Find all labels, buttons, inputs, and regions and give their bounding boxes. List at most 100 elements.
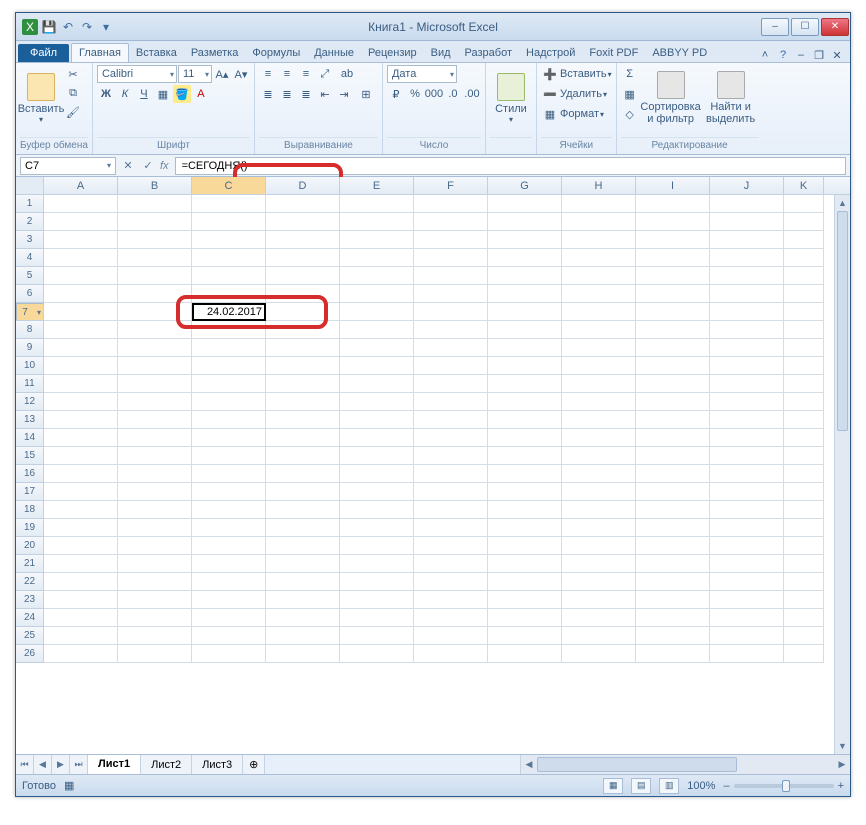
doc-close-button[interactable]: ✕ — [830, 48, 844, 62]
cell-H25[interactable] — [562, 627, 636, 645]
cell-F25[interactable] — [414, 627, 488, 645]
undo-icon[interactable]: ↶ — [60, 19, 76, 35]
sheet-tab-1[interactable]: Лист1 — [88, 755, 141, 775]
row-header-5[interactable]: 5 — [16, 267, 44, 285]
cell-H14[interactable] — [562, 429, 636, 447]
tab-view[interactable]: Вид — [424, 44, 458, 62]
cell-F11[interactable] — [414, 375, 488, 393]
cell-D25[interactable] — [266, 627, 340, 645]
cell-F22[interactable] — [414, 573, 488, 591]
cell-D7[interactable] — [266, 303, 340, 321]
close-button[interactable]: ✕ — [821, 18, 849, 36]
cell-K24[interactable] — [784, 609, 824, 627]
number-format-select[interactable]: Дата — [387, 65, 457, 83]
cell-B4[interactable] — [118, 249, 192, 267]
cell-I12[interactable] — [636, 393, 710, 411]
cut-icon[interactable]: ✂ — [64, 65, 82, 83]
cell-E1[interactable] — [340, 195, 414, 213]
row-header-9[interactable]: 9 — [16, 339, 44, 357]
cell-G1[interactable] — [488, 195, 562, 213]
cell-C13[interactable] — [192, 411, 266, 429]
scroll-left-icon[interactable]: ◀ — [521, 755, 537, 774]
cell-D26[interactable] — [266, 645, 340, 663]
cell-A26[interactable] — [44, 645, 118, 663]
cell-H11[interactable] — [562, 375, 636, 393]
cell-I5[interactable] — [636, 267, 710, 285]
cell-J19[interactable] — [710, 519, 784, 537]
orientation-icon[interactable]: ⤢ — [316, 65, 334, 83]
tab-developer[interactable]: Разработ — [458, 44, 519, 62]
cell-D2[interactable] — [266, 213, 340, 231]
zoom-in-button[interactable]: + — [838, 780, 844, 792]
row-header-22[interactable]: 22 — [16, 573, 44, 591]
row-header-15[interactable]: 15 — [16, 447, 44, 465]
currency-icon[interactable]: ₽ — [387, 85, 405, 103]
cell-I6[interactable] — [636, 285, 710, 303]
tab-foxit[interactable]: Foxit PDF — [582, 44, 645, 62]
cell-J9[interactable] — [710, 339, 784, 357]
cell-I1[interactable] — [636, 195, 710, 213]
macro-record-icon[interactable]: ▦ — [64, 779, 74, 792]
vscroll-thumb[interactable] — [837, 211, 848, 431]
cell-G7[interactable] — [488, 303, 562, 321]
row-header-25[interactable]: 25 — [16, 627, 44, 645]
cell-A3[interactable] — [44, 231, 118, 249]
col-header-G[interactable]: G — [488, 177, 562, 194]
vertical-scrollbar[interactable]: ▲ ▼ — [834, 195, 850, 754]
row-header-24[interactable]: 24 — [16, 609, 44, 627]
col-header-D[interactable]: D — [266, 177, 340, 194]
cell-I9[interactable] — [636, 339, 710, 357]
cell-C4[interactable] — [192, 249, 266, 267]
cell-J11[interactable] — [710, 375, 784, 393]
cell-G15[interactable] — [488, 447, 562, 465]
tab-home[interactable]: Главная — [71, 43, 129, 62]
cell-H3[interactable] — [562, 231, 636, 249]
cell-A21[interactable] — [44, 555, 118, 573]
help-icon[interactable]: ? — [776, 48, 790, 62]
cell-C3[interactable] — [192, 231, 266, 249]
wrap-text-button[interactable]: ab — [335, 65, 359, 83]
sheet-nav-next[interactable]: ▶ — [52, 755, 70, 774]
cell-C22[interactable] — [192, 573, 266, 591]
cell-J4[interactable] — [710, 249, 784, 267]
cell-I13[interactable] — [636, 411, 710, 429]
cell-K7[interactable] — [784, 303, 824, 321]
sheet-nav-last[interactable]: ⏭ — [70, 755, 88, 774]
cell-J26[interactable] — [710, 645, 784, 663]
cell-A10[interactable] — [44, 357, 118, 375]
cell-E9[interactable] — [340, 339, 414, 357]
cell-A15[interactable] — [44, 447, 118, 465]
row-header-19[interactable]: 19 — [16, 519, 44, 537]
grid-rows[interactable]: 123456724.02.201789101112131415161718192… — [16, 195, 850, 754]
cell-H5[interactable] — [562, 267, 636, 285]
cancel-formula-icon[interactable]: ✕ — [120, 158, 136, 174]
cell-H9[interactable] — [562, 339, 636, 357]
cell-I10[interactable] — [636, 357, 710, 375]
cell-J23[interactable] — [710, 591, 784, 609]
align-center-icon[interactable]: ≣ — [278, 85, 296, 103]
cell-D24[interactable] — [266, 609, 340, 627]
cell-G14[interactable] — [488, 429, 562, 447]
cell-J10[interactable] — [710, 357, 784, 375]
align-left-icon[interactable]: ≣ — [259, 85, 277, 103]
cell-I14[interactable] — [636, 429, 710, 447]
cell-E17[interactable] — [340, 483, 414, 501]
redo-icon[interactable]: ↷ — [79, 19, 95, 35]
cell-D22[interactable] — [266, 573, 340, 591]
row-header-20[interactable]: 20 — [16, 537, 44, 555]
font-name-select[interactable]: Calibri — [97, 65, 177, 83]
cell-E15[interactable] — [340, 447, 414, 465]
cell-E2[interactable] — [340, 213, 414, 231]
bold-button[interactable]: Ж — [97, 85, 115, 103]
cell-G6[interactable] — [488, 285, 562, 303]
cell-C8[interactable] — [192, 321, 266, 339]
tab-review[interactable]: Рецензир — [361, 44, 424, 62]
cell-E12[interactable] — [340, 393, 414, 411]
decrease-indent-icon[interactable]: ⇤ — [316, 85, 334, 103]
cell-F10[interactable] — [414, 357, 488, 375]
sheet-nav-first[interactable]: ⏮ — [16, 755, 34, 774]
scroll-right-icon[interactable]: ▶ — [834, 755, 850, 774]
cell-A1[interactable] — [44, 195, 118, 213]
cell-H6[interactable] — [562, 285, 636, 303]
new-sheet-button[interactable]: ⊕ — [243, 755, 265, 774]
